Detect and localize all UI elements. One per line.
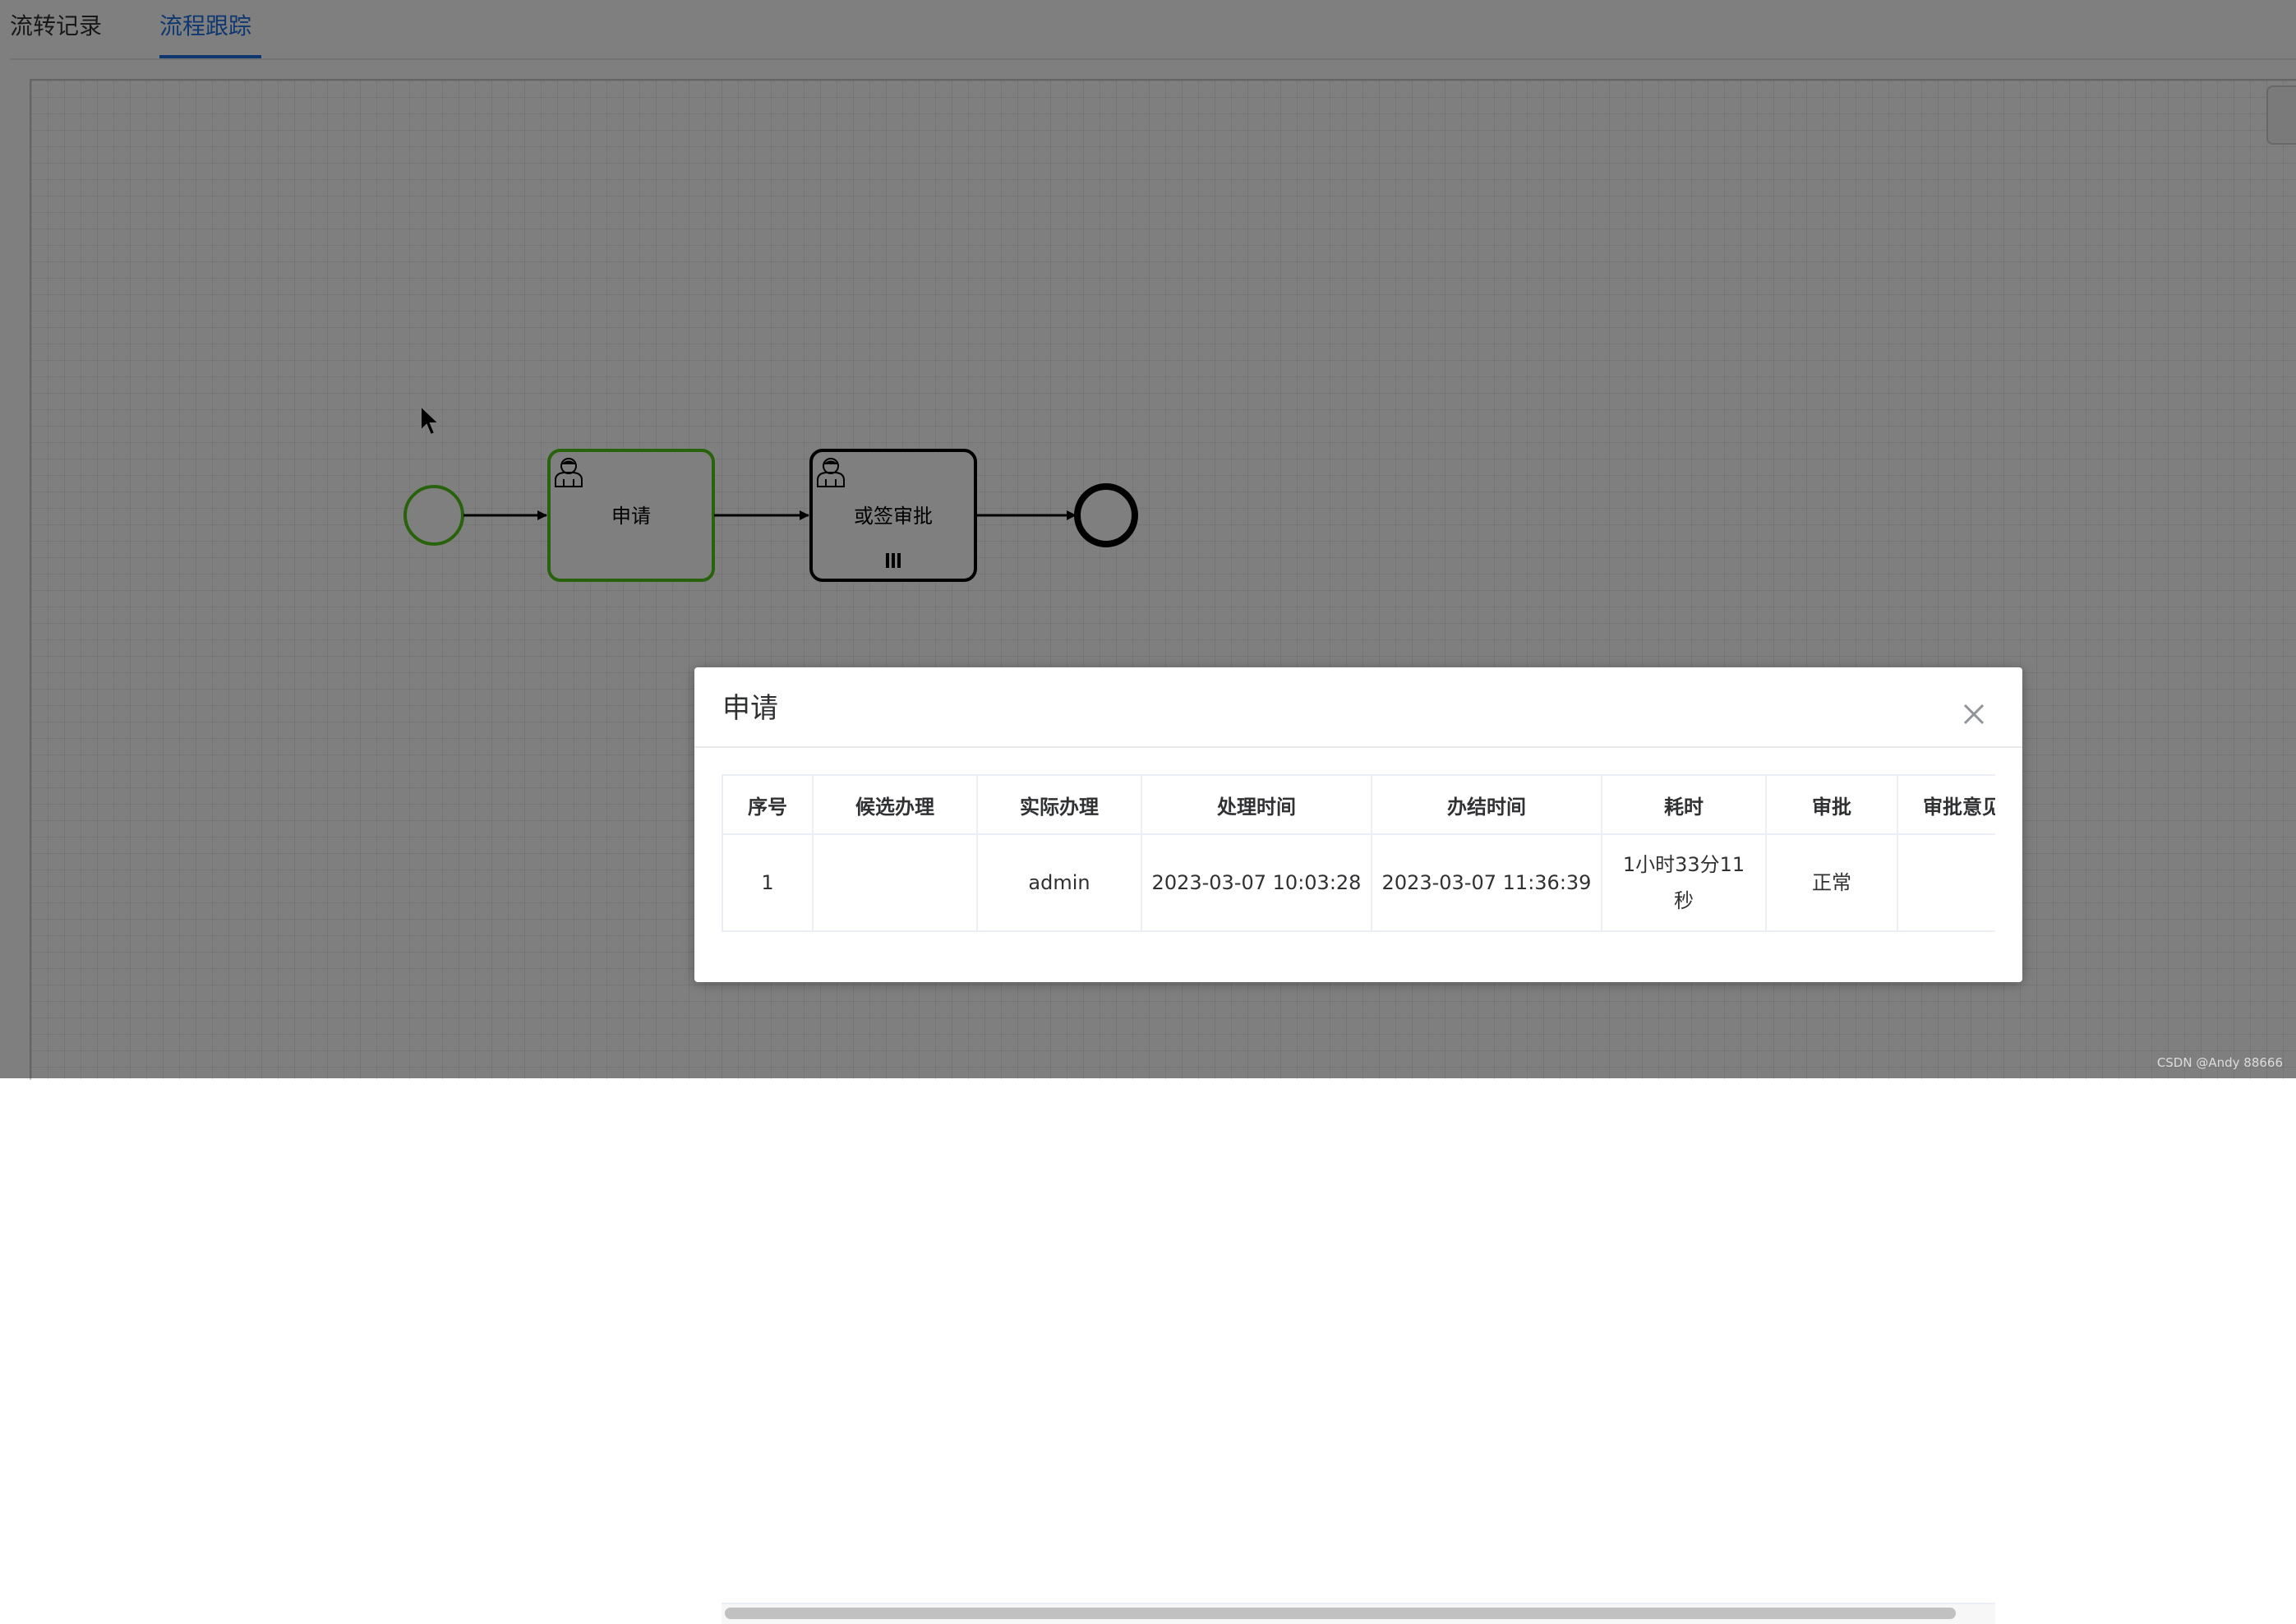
cell-candidate xyxy=(812,833,978,932)
table-container: 序号 候选办理 实际办理 处理时间 办结时间 耗时 审批 审批意见 1 admi… xyxy=(722,774,1995,965)
history-table: 序号 候选办理 实际办理 处理时间 办结时间 耗时 审批 审批意见 1 admi… xyxy=(722,774,1995,932)
duration-text: 1小时33分11秒 xyxy=(1622,853,1745,912)
cell-approval: 正常 xyxy=(1765,833,1898,932)
column-header: 审批 xyxy=(1765,774,1898,835)
cell-process-time: 2023-03-07 10:03:28 xyxy=(1141,833,1372,932)
column-header: 审批意见 xyxy=(1897,774,1995,835)
dialog-title: 申请 xyxy=(722,692,778,725)
table-header-row: 序号 候选办理 实际办理 处理时间 办结时间 耗时 审批 审批意见 xyxy=(722,774,1995,835)
dialog-header: 申请 xyxy=(694,667,2022,748)
column-header: 耗时 xyxy=(1601,774,1767,835)
cell-duration: 1小时33分11秒 xyxy=(1601,833,1767,932)
close-icon[interactable] xyxy=(1960,700,1988,728)
cell-opinion xyxy=(1897,833,1995,932)
scrollbar-track[interactable] xyxy=(722,1603,1995,1624)
column-header: 候选办理 xyxy=(812,774,978,835)
cell-actual-handler: admin xyxy=(976,833,1142,932)
cell-index: 1 xyxy=(722,833,814,932)
task-detail-dialog: 申请 序号 候选办理 实际办理 处理时间 办结时间 耗时 审批 审批意见 1 a… xyxy=(694,667,2022,1624)
scrollbar-thumb[interactable] xyxy=(725,1608,1956,1619)
table-row: 1 admin 2023-03-07 10:03:28 2023-03-07 1… xyxy=(722,833,1995,932)
watermark: CSDN @Andy 88666 xyxy=(2156,1055,2283,1070)
column-header: 处理时间 xyxy=(1141,774,1372,835)
column-header: 序号 xyxy=(722,774,814,835)
column-header: 实际办理 xyxy=(976,774,1142,835)
cell-finish-time: 2023-03-07 11:36:39 xyxy=(1371,833,1602,932)
column-header: 办结时间 xyxy=(1371,774,1602,835)
